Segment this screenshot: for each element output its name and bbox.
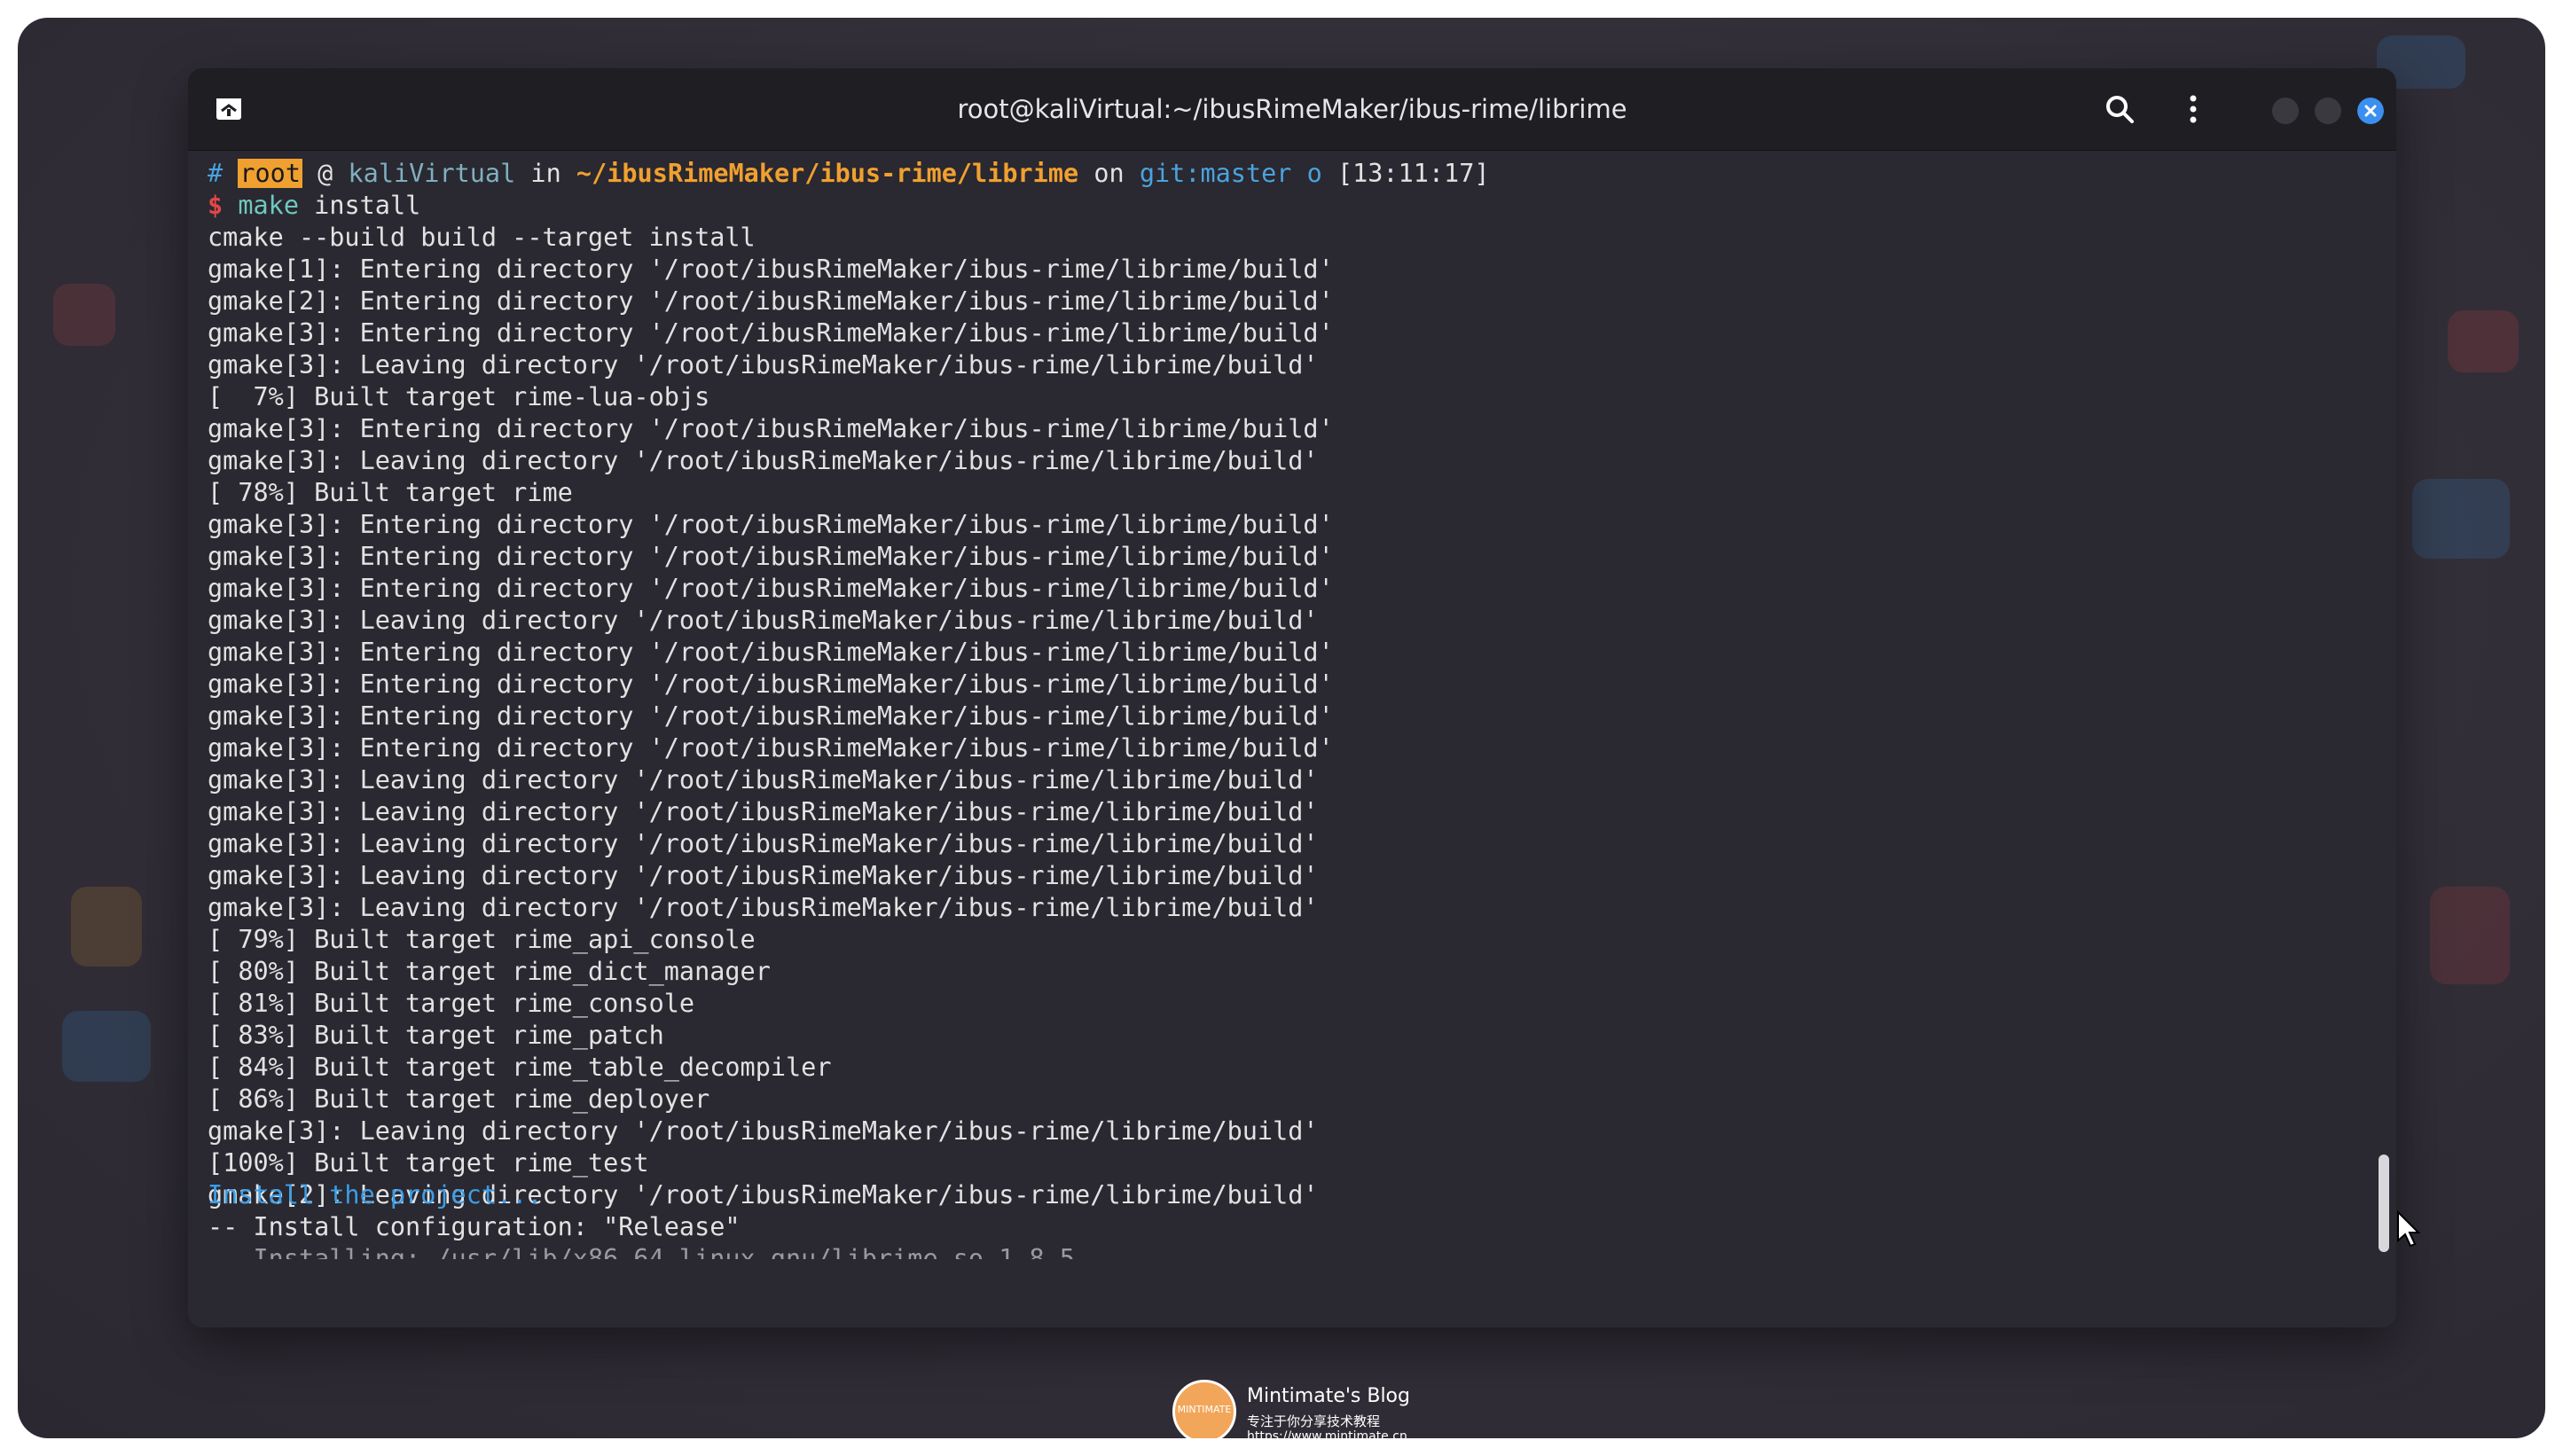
scrollbar-thumb[interactable]	[2379, 1155, 2389, 1252]
kebab-menu-icon[interactable]	[2175, 91, 2211, 127]
desktop-background: root@kaliVirtual:~/ibusRimeMaker/ibus-ri…	[18, 18, 2545, 1438]
prompt-time: [13:11:17]	[1336, 159, 1490, 188]
output-line: gmake[3]: Entering directory '/root/ibus…	[208, 318, 1334, 348]
blog-name: Mintimate's Blog	[1247, 1385, 1410, 1407]
output-line: [ 80%] Built target rime_dict_manager	[208, 957, 771, 986]
output-line: gmake[3]: Leaving directory '/root/ibusR…	[208, 606, 1319, 635]
terminal-window: root@kaliVirtual:~/ibusRimeMaker/ibus-ri…	[188, 68, 2396, 1327]
prompt-host: kaliVirtual	[348, 159, 516, 188]
maximize-button[interactable]	[2315, 98, 2341, 124]
output-line: [ 86%] Built target rime_deployer	[208, 1084, 710, 1114]
output-line: [ 83%] Built target rime_patch	[208, 1021, 664, 1050]
blog-logo: MINTIMATE	[1172, 1380, 1236, 1438]
output-line: [ 78%] Built target rime	[208, 478, 573, 507]
prompt-hash: #	[208, 159, 223, 188]
output-line: cmake --build build --target install	[208, 223, 756, 252]
output-line: gmake[3]: Leaving directory '/root/ibusR…	[208, 893, 1319, 922]
titlebar: root@kaliVirtual:~/ibusRimeMaker/ibus-ri…	[188, 68, 2396, 151]
output-line: [100%] Built target rime_test	[208, 1148, 649, 1178]
output-line: gmake[3]: Entering directory '/root/ibus…	[208, 669, 1334, 699]
prompt-line: # root @ kaliVirtual in ~/ibusRimeMaker/…	[208, 158, 1490, 190]
output-line: gmake[3]: Leaving directory '/root/ibusR…	[208, 1116, 1319, 1146]
window-title: root@kaliVirtual:~/ibusRimeMaker/ibus-ri…	[957, 94, 1627, 124]
wallpaper-decoration	[53, 284, 115, 346]
scrollbar[interactable]	[2379, 151, 2391, 1327]
blog-watermark: MINTIMATE Mintimate's Blog 专注于你分享技术教程 ht…	[1172, 1380, 1438, 1438]
output-line: gmake[1]: Entering directory '/root/ibus…	[208, 254, 1334, 284]
prompt-at: @	[317, 159, 333, 188]
prompt-on: on	[1093, 159, 1125, 188]
minimize-button[interactable]	[2272, 98, 2299, 124]
output-line: gmake[3]: Entering directory '/root/ibus…	[208, 733, 1334, 763]
blog-logo-text: MINTIMATE	[1177, 1404, 1232, 1415]
mouse-cursor-icon	[2397, 1210, 2421, 1248]
blog-subtitle: 专注于你分享技术教程	[1247, 1413, 1381, 1429]
command-line: $ make install	[208, 190, 420, 222]
wallpaper-decoration	[2448, 310, 2519, 372]
output-line: gmake[3]: Entering directory '/root/ibus…	[208, 574, 1334, 603]
output-line: gmake[3]: Leaving directory '/root/ibusR…	[208, 446, 1319, 475]
output-line: [ 84%] Built target rime_table_decompile…	[208, 1053, 832, 1082]
wallpaper-decoration	[2412, 479, 2510, 559]
prompt-git-status: o	[1306, 159, 1322, 188]
prompt-dollar: $	[208, 191, 223, 220]
config-line: -- Install configuration: "Release"	[208, 1212, 741, 1241]
wallpaper-decoration	[62, 1011, 151, 1082]
command-name: make	[238, 191, 299, 220]
partial-line: -- Installing: /usr/lib/x86_64-linux-gnu…	[208, 1244, 1076, 1259]
output-line: [ 81%] Built target rime_console	[208, 989, 695, 1018]
search-icon[interactable]	[2102, 91, 2137, 127]
command-args: install	[314, 191, 421, 220]
output-line: gmake[3]: Entering directory '/root/ibus…	[208, 638, 1334, 667]
install-line: Install the project...	[208, 1180, 543, 1209]
output-line: [ 79%] Built target rime_api_console	[208, 925, 756, 954]
output-line: gmake[3]: Leaving directory '/root/ibusR…	[208, 861, 1319, 890]
output-line: gmake[3]: Leaving directory '/root/ibusR…	[208, 350, 1319, 380]
output-line: gmake[3]: Entering directory '/root/ibus…	[208, 701, 1334, 731]
output-line: gmake[3]: Leaving directory '/root/ibusR…	[208, 765, 1319, 795]
output-line: gmake[2]: Entering directory '/root/ibus…	[208, 286, 1334, 316]
prompt-path: ~/ibusRimeMaker/ibus-rime/librime	[576, 159, 1079, 188]
blog-url: https://www.mintimate.cn	[1247, 1429, 1407, 1438]
prompt-in: in	[530, 159, 561, 188]
output-line: gmake[3]: Entering directory '/root/ibus…	[208, 414, 1334, 443]
wallpaper-decoration	[2430, 887, 2510, 984]
close-icon[interactable]	[2357, 98, 2384, 124]
prompt-user: root	[238, 159, 302, 188]
output-line: gmake[3]: Leaving directory '/root/ibusR…	[208, 829, 1319, 858]
output-line: [ 7%] Built target rime-lua-objs	[208, 382, 710, 411]
wallpaper-decoration	[71, 887, 142, 967]
output-line: gmake[3]: Leaving directory '/root/ibusR…	[208, 797, 1319, 826]
output-line: gmake[3]: Entering directory '/root/ibus…	[208, 510, 1334, 539]
prompt-git-branch: git:master	[1139, 159, 1292, 188]
output-line: gmake[3]: Entering directory '/root/ibus…	[208, 542, 1334, 571]
terminal-output[interactable]: # root @ kaliVirtual in ~/ibusRimeMaker/…	[188, 151, 2379, 1327]
